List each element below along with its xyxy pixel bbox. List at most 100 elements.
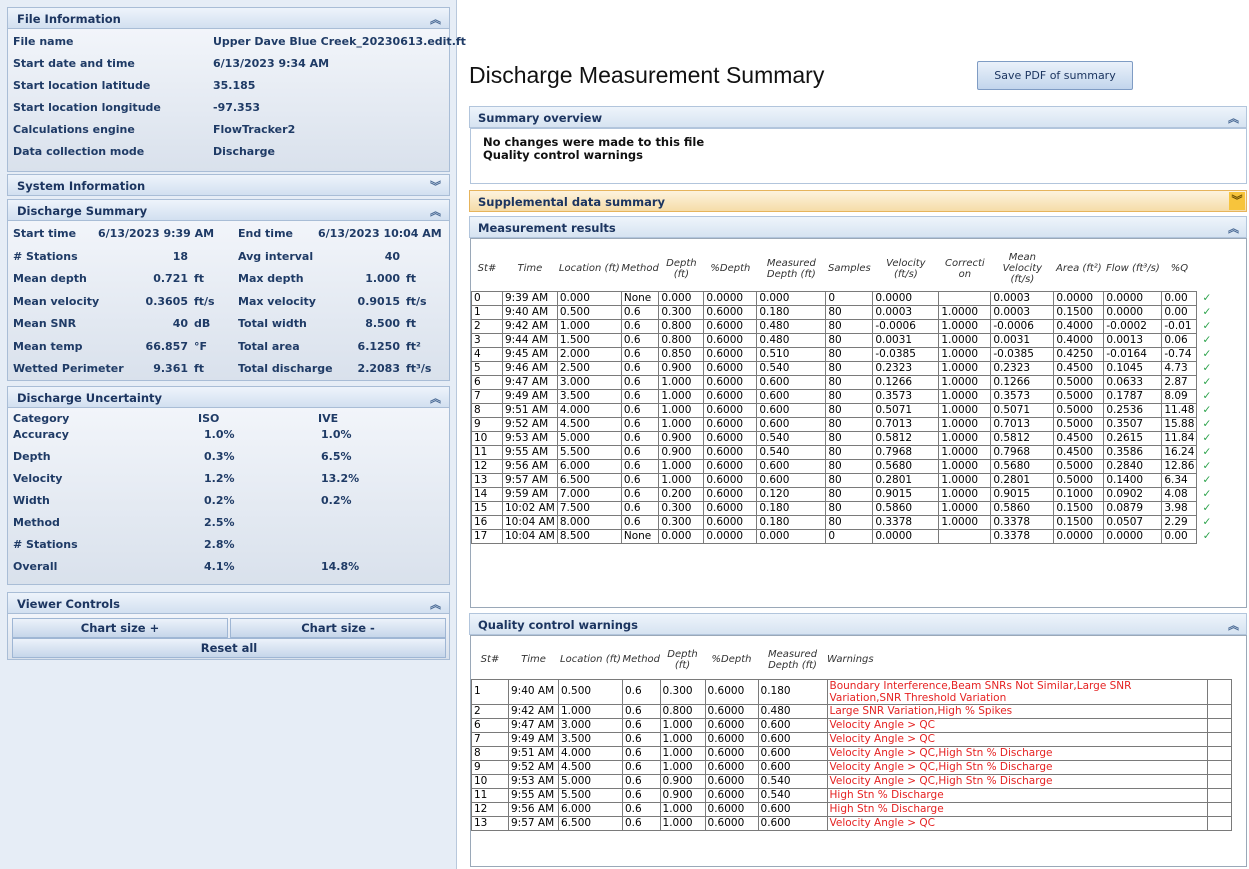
column-header[interactable]: St#: [472, 247, 503, 291]
table-cell: 0.7013: [990, 416, 1055, 432]
double-chevron-up-icon[interactable]: ︽: [1228, 617, 1239, 633]
double-chevron-up-icon[interactable]: ︽: [430, 390, 441, 406]
warning-text: Large SNR Variation,High % Spikes: [826, 703, 1208, 719]
column-header[interactable]: %Depth: [705, 641, 758, 679]
discharge-summary-header[interactable]: Discharge Summary ︽: [7, 199, 450, 221]
table-cell: 0.6000: [703, 402, 758, 418]
column-header[interactable]: %Depth: [704, 247, 757, 291]
save-pdf-button[interactable]: Save PDF of summary: [977, 61, 1133, 90]
double-chevron-up-icon[interactable]: ︽: [1228, 220, 1239, 236]
table-cell: 0.6000: [703, 472, 758, 488]
table-row[interactable]: 8 9:51 AM 4.000 0.6 1.000 0.6000 0.600 Velocity…: [471, 745, 1232, 761]
table-row[interactable]: 2 9:42 AM 1.000 0.6 0.800 0.6000 0.480 Large SN…: [471, 703, 1232, 719]
table-cell: 0.4500: [1053, 360, 1105, 376]
table-cell: 0.6: [620, 318, 660, 334]
table-row[interactable]: 7 9:49 AM 3.500 0.6 1.000 0.6000 0.600 80 0.3573…: [471, 388, 1217, 404]
table-row[interactable]: 11 9:55 AM 5.500 0.6 0.900 0.6000 0.540 High St…: [471, 787, 1232, 803]
table-row[interactable]: 17 10:04 AM 8.500 None 0.000 0.0000 0.000 0 0.00…: [471, 528, 1217, 544]
column-header[interactable]: Depth (ft): [659, 247, 704, 291]
column-header[interactable]: Warnings: [827, 641, 1207, 679]
table-cell: [1206, 815, 1232, 831]
double-chevron-up-icon[interactable]: ︽: [1228, 110, 1239, 126]
table-cell: 0.180: [756, 500, 827, 516]
table-row[interactable]: 15 10:02 AM 7.500 0.6 0.300 0.6000 0.180 80 0.58…: [471, 500, 1217, 516]
column-header[interactable]: Time: [503, 247, 558, 291]
column-header[interactable]: Correcti on: [939, 247, 991, 291]
table-row[interactable]: 10 9:53 AM 5.000 0.6 0.900 0.6000 0.540 Velocit…: [471, 773, 1232, 789]
check-icon: ✓: [1202, 529, 1212, 542]
table-row[interactable]: 4 9:45 AM 2.000 0.6 0.850 0.6000 0.510 80 -0.038…: [471, 346, 1217, 362]
table-cell: 1: [471, 304, 503, 320]
table-cell: 3.000: [558, 717, 623, 733]
file-information-header[interactable]: File Information ︽: [7, 7, 450, 29]
column-header[interactable]: St#: [472, 641, 509, 679]
table-cell: 0.600: [757, 745, 828, 761]
column-header[interactable]: Time: [509, 641, 559, 679]
table-row[interactable]: 1 9:40 AM 0.500 0.6 0.300 0.6000 0.180 Boundary…: [471, 678, 1232, 705]
table-row[interactable]: 8 9:51 AM 4.000 0.6 1.000 0.6000 0.600 80 0.5071…: [471, 402, 1217, 418]
column-header[interactable]: Location (ft): [557, 247, 621, 291]
table-row[interactable]: 5 9:46 AM 2.500 0.6 0.900 0.6000 0.540 80 0.2323…: [471, 360, 1217, 376]
table-cell: 1.0000: [938, 388, 992, 404]
table-cell: [1206, 759, 1232, 775]
quality-control-warnings-header[interactable]: Quality control warnings ︽: [469, 613, 1247, 635]
double-chevron-down-icon[interactable]: ︾: [430, 178, 441, 194]
table-row[interactable]: 6 9:47 AM 3.000 0.6 1.000 0.6000 0.600 Velocity…: [471, 717, 1232, 733]
table-row[interactable]: 12 9:56 AM 6.000 0.6 1.000 0.6000 0.600 High St…: [471, 801, 1232, 817]
table-row[interactable]: 6 9:47 AM 3.000 0.6 1.000 0.6000 0.600 80 0.1266…: [471, 374, 1217, 390]
table-row[interactable]: 9 9:52 AM 4.500 0.6 1.000 0.6000 0.600 Velocity…: [471, 759, 1232, 775]
table-row[interactable]: 7 9:49 AM 3.500 0.6 1.000 0.6000 0.600 Velocity…: [471, 731, 1232, 747]
summary-label: Total width: [238, 317, 307, 330]
double-chevron-up-icon[interactable]: ︽: [430, 11, 441, 27]
system-information-header[interactable]: System Information ︾: [7, 174, 450, 196]
table-cell: 0.800: [659, 703, 706, 719]
summary-overview-header[interactable]: Summary overview ︽: [469, 106, 1247, 128]
supplemental-data-header[interactable]: Supplemental data summary ︾: [469, 190, 1247, 212]
table-cell: 1.0000: [938, 360, 992, 376]
table-row[interactable]: 13 9:57 AM 6.500 0.6 1.000 0.6000 0.600 Velocit…: [471, 815, 1232, 831]
column-header[interactable]: Measured Depth (ft): [757, 247, 826, 291]
table-row[interactable]: 2 9:42 AM 1.000 0.6 0.800 0.6000 0.480 80 -0.000…: [471, 318, 1217, 334]
column-header[interactable]: Flow (ft³/s): [1104, 247, 1162, 291]
table-cell: 0.3507: [1103, 416, 1163, 432]
table-cell: 80: [825, 374, 874, 390]
double-chevron-up-icon[interactable]: ︽: [430, 596, 441, 612]
table-row[interactable]: 13 9:57 AM 6.500 0.6 1.000 0.6000 0.600 80 0.280…: [471, 472, 1217, 488]
table-row[interactable]: 10 9:53 AM 5.000 0.6 0.900 0.6000 0.540 80 0.581…: [471, 430, 1217, 446]
table-cell: 0.480: [757, 703, 828, 719]
table-cell: 13: [471, 815, 509, 831]
table-cell: 9:46 AM: [502, 360, 558, 376]
table-cell: 9:55 AM: [502, 444, 558, 460]
column-header[interactable]: Velocity (ft/s): [873, 247, 939, 291]
column-header[interactable]: Method: [621, 247, 659, 291]
table-row[interactable]: 3 9:44 AM 1.500 0.6 0.800 0.6000 0.480 80 0.0031…: [471, 332, 1217, 348]
table-cell: -0.0164: [1103, 346, 1163, 362]
warning-text: Velocity Angle > QC,High Stn % Discharge: [826, 773, 1208, 789]
column-header[interactable]: Method: [623, 641, 661, 679]
column-header[interactable]: %Q: [1162, 247, 1197, 291]
table-row[interactable]: 16 10:04 AM 8.000 0.6 0.300 0.6000 0.180 80 0.33…: [471, 514, 1217, 530]
column-header[interactable]: Samples: [826, 247, 873, 291]
discharge-uncertainty-header[interactable]: Discharge Uncertainty ︽: [7, 386, 450, 408]
table-row[interactable]: 1 9:40 AM 0.500 0.6 0.300 0.6000 0.180 80 0.0003…: [471, 304, 1217, 320]
viewer-controls-header[interactable]: Viewer Controls ︽: [7, 592, 450, 614]
table-cell: 0.600: [756, 416, 827, 432]
table-row[interactable]: 0 9:39 AM 0.000 None 0.000 0.0000 0.000 0 0.0000…: [471, 290, 1217, 306]
column-header[interactable]: Location (ft): [559, 641, 623, 679]
reset-all-button[interactable]: Reset all: [12, 638, 446, 658]
column-header[interactable]: Mean Velocity (ft/s): [991, 247, 1054, 291]
table-cell: 0.0000: [1053, 528, 1105, 544]
column-header[interactable]: Area (ft²): [1054, 247, 1104, 291]
measurement-results-header[interactable]: Measurement results ︽: [469, 216, 1247, 238]
table-row[interactable]: 11 9:55 AM 5.500 0.6 0.900 0.6000 0.540 80 0.796…: [471, 444, 1217, 460]
table-row[interactable]: 14 9:59 AM 7.000 0.6 0.200 0.6000 0.120 80 0.901…: [471, 486, 1217, 502]
column-header[interactable]: Measured Depth (ft): [758, 641, 827, 679]
table-row[interactable]: 9 9:52 AM 4.500 0.6 1.000 0.6000 0.600 80 0.7013…: [471, 416, 1217, 432]
table-row[interactable]: 12 9:56 AM 6.000 0.6 1.000 0.6000 0.600 80 0.568…: [471, 458, 1217, 474]
double-chevron-down-icon[interactable]: ︾: [1229, 192, 1245, 210]
chart-size-minus-button[interactable]: Chart size -: [230, 618, 446, 638]
table-cell: 0.6: [620, 346, 660, 362]
chart-size-plus-button[interactable]: Chart size +: [12, 618, 228, 638]
double-chevron-up-icon[interactable]: ︽: [430, 203, 441, 219]
column-header[interactable]: Depth (ft): [660, 641, 705, 679]
